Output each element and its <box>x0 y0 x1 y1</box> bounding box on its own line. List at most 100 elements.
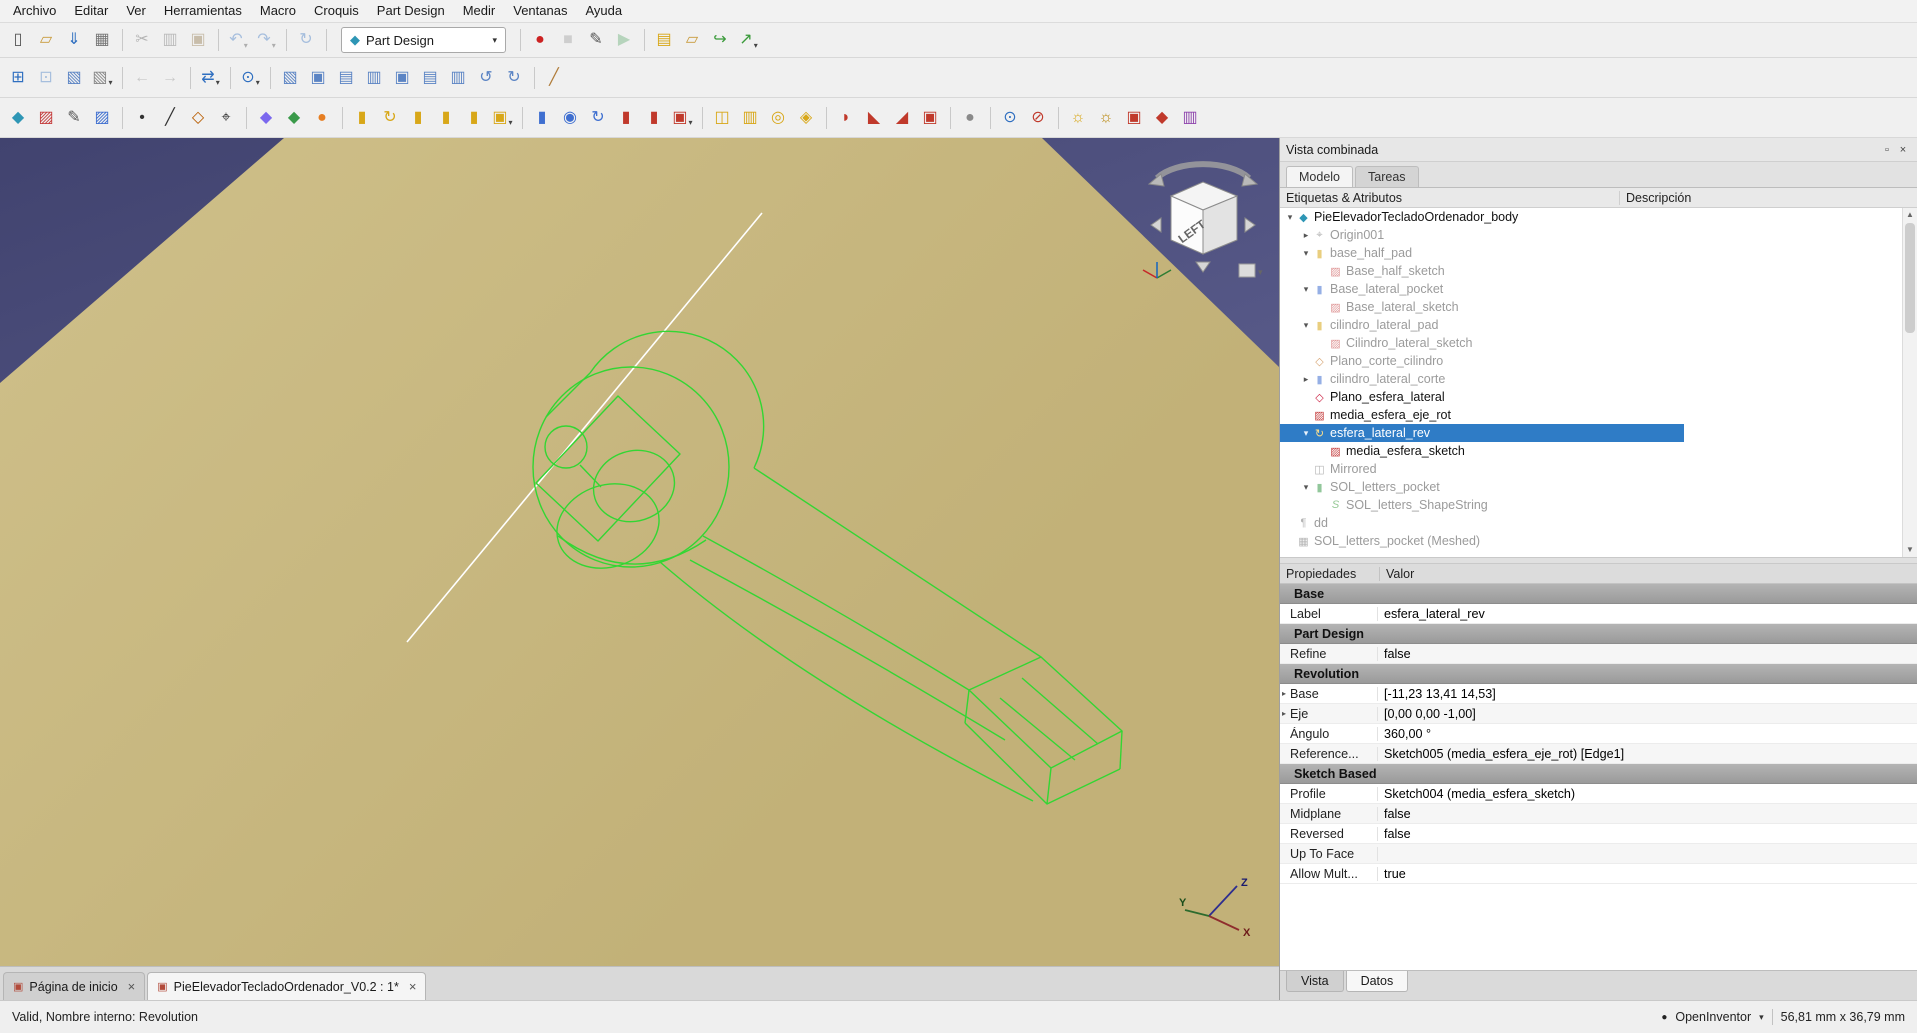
property-value[interactable]: Sketch005 (media_esfera_eje_rot) [Edge1] <box>1378 747 1917 761</box>
scroll-down-icon[interactable]: ▼ <box>1903 543 1917 557</box>
fit-selection-button[interactable]: ⊡ <box>33 64 60 91</box>
menu-part-design[interactable]: Part Design <box>368 0 454 22</box>
fillet-button[interactable]: ◗ <box>833 104 860 131</box>
redo-button[interactable]: ↷▾ <box>253 27 280 54</box>
navcube-rotate-arc[interactable] <box>1157 164 1249 178</box>
copy-button[interactable]: ▥ <box>157 27 184 54</box>
scroll-up-icon[interactable]: ▲ <box>1903 208 1917 222</box>
prop-group-base[interactable]: Base <box>1280 584 1917 604</box>
isometric-view-button[interactable]: ▧ <box>61 64 88 91</box>
property-value[interactable]: false <box>1378 647 1917 661</box>
zoom-button[interactable]: ⊙▾ <box>237 64 264 91</box>
prop-base[interactable]: ▸ Base [-11,23 13,41 14,53] <box>1280 684 1917 704</box>
defeaturing-button[interactable]: ⊘ <box>1025 104 1052 131</box>
additive-loft-button[interactable]: ▮ <box>405 104 432 131</box>
linear-pattern-button[interactable]: ▥ <box>737 104 764 131</box>
property-value[interactable]: esfera_lateral_rev <box>1378 607 1917 621</box>
multitransform-button[interactable]: ◈ <box>793 104 820 131</box>
prop-reversed[interactable]: Reversed false <box>1280 824 1917 844</box>
panel-close-button[interactable]: × <box>1895 144 1911 156</box>
prop-refine[interactable]: Refine false <box>1280 644 1917 664</box>
expander-icon[interactable]: ▾ <box>1300 428 1312 439</box>
navcube-menu-button[interactable] <box>1239 264 1255 277</box>
local-cs-button[interactable]: ⌖ <box>213 104 240 131</box>
subtractive-pipe-button[interactable]: ▮ <box>641 104 668 131</box>
clone-button[interactable]: ● <box>309 104 336 131</box>
workbench-selector[interactable]: ◆ Part Design ▾ <box>341 27 506 53</box>
menu-ayuda[interactable]: Ayuda <box>576 0 631 22</box>
expander-icon[interactable]: ▸ <box>1280 709 1290 718</box>
check-geometry-button[interactable]: ⊙ <box>997 104 1024 131</box>
pocket-button[interactable]: ▮ <box>529 104 556 131</box>
tree-item-plano-corte-cilindro[interactable]: ◇ Plano_corte_cilindro <box>1280 352 1901 370</box>
expander-icon[interactable]: ▸ <box>1300 230 1312 241</box>
tree-item-media-esfera-sketch[interactable]: ▨ media_esfera_sketch <box>1280 442 1901 460</box>
property-value[interactable]: false <box>1378 807 1917 821</box>
prop-up-to-face[interactable]: Up To Face <box>1280 844 1917 864</box>
revolution-button[interactable]: ↻ <box>377 104 404 131</box>
prop-profile[interactable]: Profile Sketch004 (media_esfera_sketch) <box>1280 784 1917 804</box>
tree-item-base-lateral-pocket[interactable]: ▾ ▮ Base_lateral_pocket <box>1280 280 1901 298</box>
tree-item-base-lateral-sketch[interactable]: ▨ Base_lateral_sketch <box>1280 298 1901 316</box>
menu-macro[interactable]: Macro <box>251 0 305 22</box>
expander-icon[interactable]: ▾ <box>1300 482 1312 493</box>
explode-button[interactable]: ◆ <box>1149 104 1176 131</box>
save-button[interactable]: ⇓ <box>61 27 88 54</box>
view-left-button[interactable]: ▥ <box>445 64 472 91</box>
create-sketch-button[interactable]: ▨ <box>33 104 60 131</box>
tree-item-origin001[interactable]: ▸ ⌖ Origin001 <box>1280 226 1901 244</box>
undo-button[interactable]: ↶▾ <box>225 27 252 54</box>
share-button[interactable]: ↗▾ <box>735 27 762 54</box>
create-body-button[interactable]: ◆ <box>5 104 32 131</box>
expander-icon[interactable]: ▸ <box>1300 374 1312 385</box>
tree-item-esfera-lateral-rev[interactable]: ▾ ↻ esfera_lateral_rev <box>1280 424 1901 442</box>
view-axonometric-button[interactable]: ▧ <box>277 64 304 91</box>
groove-button[interactable]: ↻ <box>585 104 612 131</box>
navigation-cube[interactable]: LEFT ▾ <box>1137 142 1269 290</box>
tree-item-cilindro-lateral-sketch[interactable]: ▨ Cilindro_lateral_sketch <box>1280 334 1901 352</box>
property-value[interactable]: [0,00 0,00 -1,00] <box>1378 707 1917 721</box>
nav-forward-button[interactable]: → <box>157 64 184 91</box>
tab-tareas[interactable]: Tareas <box>1355 166 1419 187</box>
datum-point-button[interactable]: • <box>129 104 156 131</box>
chamfer-button[interactable]: ◣ <box>861 104 888 131</box>
tree-item-cilindro-lateral-corte[interactable]: ▸ ▮ cilindro_lateral_corte <box>1280 370 1901 388</box>
macro-edit-button[interactable]: ✎ <box>583 27 610 54</box>
properties-header-name[interactable]: Propiedades <box>1280 567 1380 581</box>
sub-shapebinder-button[interactable]: ◆ <box>281 104 308 131</box>
prop-group-part-design[interactable]: Part Design <box>1280 624 1917 644</box>
tree-item-sol-letters-pocket-meshed[interactable]: ▦ SOL_letters_pocket (Meshed) <box>1280 532 1901 550</box>
polar-pattern-button[interactable]: ◎ <box>765 104 792 131</box>
properties-header-value[interactable]: Valor <box>1380 567 1917 581</box>
tree-item-cilindro-lateral-pad[interactable]: ▾ ▮ cilindro_lateral_pad <box>1280 316 1901 334</box>
open-document-button[interactable]: ▱ <box>33 27 60 54</box>
close-icon[interactable]: × <box>128 979 136 994</box>
linked-view-button[interactable]: ⇄▾ <box>197 64 224 91</box>
model-wireframe[interactable] <box>0 138 1279 966</box>
property-value[interactable]: [-11,23 13,41 14,53] <box>1378 687 1917 701</box>
close-icon[interactable]: × <box>409 979 417 994</box>
prop-angulo[interactable]: Ángulo 360,00 ° <box>1280 724 1917 744</box>
pad-button[interactable]: ▮ <box>349 104 376 131</box>
additive-pipe-button[interactable]: ▮ <box>433 104 460 131</box>
thickness-button[interactable]: ▣ <box>917 104 944 131</box>
tree-item-sol-letters-shapestring[interactable]: S SOL_letters_ShapeString <box>1280 496 1901 514</box>
model-tree[interactable]: ▾ ◆ PieElevadorTecladoOrdenador_body ▸ ⌖… <box>1280 208 1917 558</box>
prop-allow-mult[interactable]: Allow Mult... true <box>1280 864 1917 884</box>
view-rear-button[interactable]: ▣ <box>389 64 416 91</box>
expander-icon[interactable]: ▾ <box>1300 284 1312 295</box>
macro-play-button[interactable]: ▶ <box>611 27 638 54</box>
draft-button[interactable]: ◢ <box>889 104 916 131</box>
paste-button[interactable]: ▣ <box>185 27 212 54</box>
datum-plane-button[interactable]: ◇ <box>185 104 212 131</box>
tree-item-dd[interactable]: ¶ dd <box>1280 514 1901 532</box>
edit-sketch-button[interactable]: ✎ <box>61 104 88 131</box>
rotate-right-button[interactable]: ↻ <box>501 64 528 91</box>
sprocket-button[interactable]: ☼ <box>1065 104 1092 131</box>
tree-item-mirrored[interactable]: ◫ Mirrored <box>1280 460 1901 478</box>
additive-primitive-button[interactable]: ▣▾ <box>489 104 516 131</box>
datum-line-button[interactable]: ╱ <box>157 104 184 131</box>
prop-reference-axis[interactable]: Reference... Sketch005 (media_esfera_eje… <box>1280 744 1917 764</box>
rotate-left-button[interactable]: ↺ <box>473 64 500 91</box>
migrate-button[interactable]: ▣ <box>1121 104 1148 131</box>
